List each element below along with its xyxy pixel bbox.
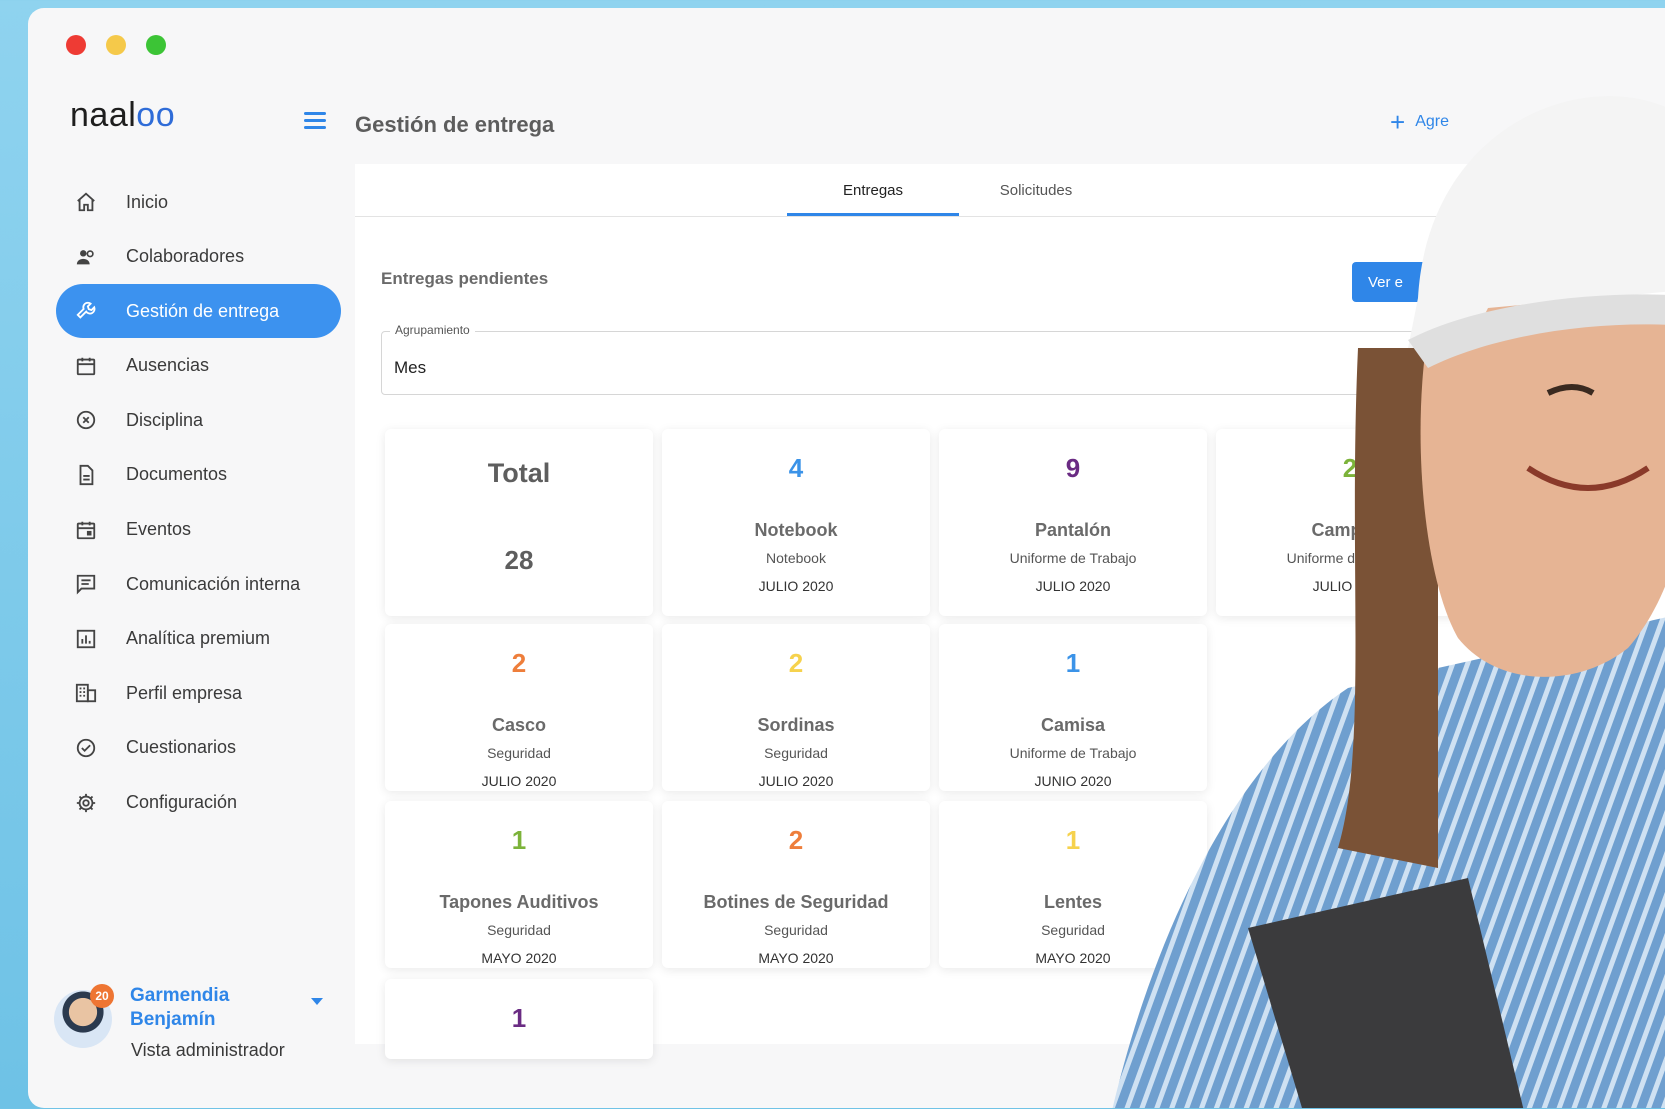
card-date: JULIO 2020 xyxy=(481,773,557,789)
sidebar-item-ausencias[interactable]: Ausencias xyxy=(56,339,341,393)
card-date: JULIO 2020 xyxy=(758,578,834,594)
x-circle-icon xyxy=(74,408,98,432)
card-title: Sordinas xyxy=(757,715,835,735)
card-category: Seguridad xyxy=(487,922,551,938)
calendar-icon xyxy=(74,354,98,378)
card-count: 2 xyxy=(788,648,804,678)
sidebar-item-label: Analítica premium xyxy=(126,628,271,649)
analytics-icon xyxy=(74,627,98,651)
section-title: Entregas pendientes xyxy=(381,269,549,288)
delivery-card[interactable]: 2 Sordinas Seguridad JULIO 2020 xyxy=(662,624,930,791)
sidebar-item-perfil-empresa[interactable]: Perfil empresa xyxy=(56,666,341,720)
page-title: Gestión de entrega xyxy=(355,112,555,137)
card-category: Seguridad xyxy=(487,745,551,761)
user-name[interactable]: Garmendia Benjamín xyxy=(130,984,270,1032)
people-icon xyxy=(74,245,98,269)
grouping-label: Agrupamiento xyxy=(390,323,475,337)
total-label: Total xyxy=(487,458,551,488)
card-date: MAYO 2020 xyxy=(758,950,834,966)
card-title: Tapones Auditivos xyxy=(439,892,599,912)
home-icon xyxy=(74,190,98,214)
sidebar-item-analítica-premium[interactable]: Analítica premium xyxy=(56,612,341,666)
menu-toggle-icon[interactable] xyxy=(304,112,326,130)
document-icon xyxy=(74,463,98,487)
sidebar-item-label: Perfil empresa xyxy=(126,682,243,703)
delivery-card[interactable]: 1 xyxy=(385,979,653,1059)
sidebar-item-colaboradores[interactable]: Colaboradores xyxy=(56,230,341,284)
sidebar-item-eventos[interactable]: Eventos xyxy=(56,503,341,557)
card-count: 4 xyxy=(788,453,804,483)
worker-photo xyxy=(1112,96,1665,1108)
sidebar-item-cuestionarios[interactable]: Cuestionarios xyxy=(56,721,341,775)
delivery-card[interactable]: 1 Tapones Auditivos Seguridad MAYO 2020 xyxy=(385,801,653,968)
card-category: Seguridad xyxy=(764,922,828,938)
chevron-down-icon[interactable] xyxy=(311,998,323,1005)
delivery-card[interactable]: 2 Botines de Seguridad Seguridad MAYO 2020 xyxy=(662,801,930,968)
card-title: Casco xyxy=(491,715,547,735)
user-role: Vista administrador xyxy=(131,1040,285,1060)
total-value: 28 xyxy=(504,545,534,575)
total-card: Total 28 xyxy=(385,429,653,616)
notification-badge: 20 xyxy=(90,984,114,1008)
card-title: Botines de Seguridad xyxy=(703,892,889,912)
card-category: Notebook xyxy=(766,550,826,566)
sidebar-item-label: Colaboradores xyxy=(126,246,245,267)
sidebar-item-label: Documentos xyxy=(126,464,228,485)
building-icon xyxy=(74,681,98,705)
active-tab-indicator xyxy=(787,213,959,216)
user-panel[interactable]: 20 Garmendia Benjamín Vista administrado… xyxy=(54,978,354,1060)
chat-icon xyxy=(74,572,98,596)
wrench-icon xyxy=(74,299,98,323)
sidebar-item-label: Cuestionarios xyxy=(126,737,237,758)
sidebar-item-label: Configuración xyxy=(126,792,238,813)
gear-icon xyxy=(74,791,98,815)
app-window: naaloo Inicio Colaboradores Gestión de ent… xyxy=(28,8,1665,1108)
check-circle-icon xyxy=(74,736,98,760)
sidebar-nav: Inicio Colaboradores Gestión de entrega Aus… xyxy=(56,175,341,830)
tab-entregas[interactable]: Entregas xyxy=(787,182,959,199)
card-count: 2 xyxy=(788,825,804,855)
card-count: 1 xyxy=(511,825,527,855)
sidebar-item-label: Inicio xyxy=(126,191,169,212)
sidebar-item-gestión-de-entrega[interactable]: Gestión de entrega xyxy=(56,284,341,339)
sidebar-item-disciplina[interactable]: Disciplina xyxy=(56,393,341,447)
delivery-card[interactable]: 4 Notebook Notebook JULIO 2020 xyxy=(662,429,930,616)
event-icon xyxy=(74,518,98,542)
sidebar-item-label: Disciplina xyxy=(126,409,204,430)
sidebar-item-inicio[interactable]: Inicio xyxy=(56,175,341,229)
sidebar: naaloo Inicio Colaboradores Gestión de ent… xyxy=(28,8,376,1108)
card-category: Seguridad xyxy=(764,745,828,761)
card-title: Notebook xyxy=(754,520,838,540)
logo: naaloo xyxy=(70,96,176,134)
card-date: JULIO 2020 xyxy=(758,773,834,789)
sidebar-item-label: Gestión de entrega xyxy=(126,300,280,321)
grouping-value: Mes xyxy=(394,358,427,377)
card-count: 2 xyxy=(511,648,527,678)
sidebar-item-configuración[interactable]: Configuración xyxy=(56,776,341,830)
sidebar-item-label: Comunicación interna xyxy=(126,573,301,594)
card-count: 1 xyxy=(511,1003,527,1033)
tab-solicitudes[interactable]: Solicitudes xyxy=(950,182,1122,199)
sidebar-item-comunicación-interna[interactable]: Comunicación interna xyxy=(56,557,341,611)
sidebar-item-label: Ausencias xyxy=(126,355,210,376)
sidebar-item-documentos[interactable]: Documentos xyxy=(56,448,341,502)
delivery-card[interactable]: 2 Casco Seguridad JULIO 2020 xyxy=(385,624,653,791)
sidebar-item-label: Eventos xyxy=(126,519,192,540)
card-date: MAYO 2020 xyxy=(481,950,557,966)
